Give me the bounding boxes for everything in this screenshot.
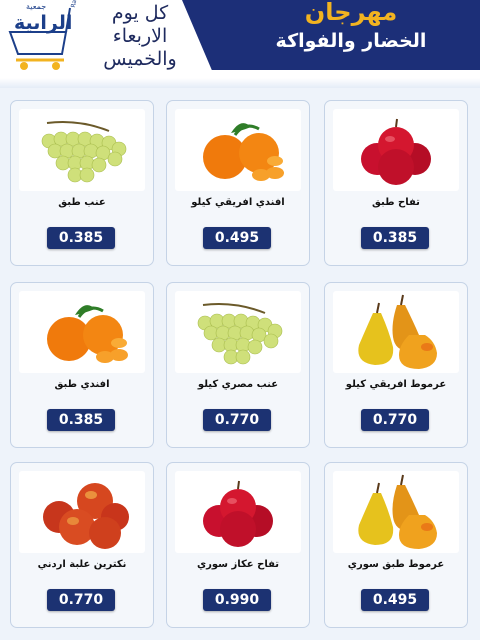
product-image (19, 291, 145, 373)
product-image (333, 291, 459, 373)
page-subtitle: الخضار والفواكة (275, 30, 427, 52)
days-label: كل يوم الاربعاء والخميس (98, 2, 182, 71)
product-price: 0.770 (361, 409, 429, 431)
product-name: عرموط افريقي كيلو (345, 379, 447, 390)
product-image (19, 471, 145, 553)
product-price: 0.385 (47, 227, 115, 249)
grapes-icon (41, 121, 127, 183)
product-price: 0.770 (47, 589, 115, 611)
product-price: 0.770 (203, 409, 271, 431)
product-image (19, 109, 145, 191)
red-apples-icon (203, 480, 273, 547)
header: جمعية الرابية Rabiya Co-op كل يوم الاربع… (0, 0, 480, 86)
days-line-1: كل يوم (111, 2, 169, 24)
product-card[interactable]: افندي افريقي كيلو 0.495 (166, 100, 310, 266)
red-apples-icon (361, 118, 431, 185)
product-price: 0.385 (361, 227, 429, 249)
product-name: نكترين علبة اردني (37, 559, 127, 570)
pears-icon (358, 474, 437, 549)
product-card[interactable]: عرموط افريقي كيلو 0.770 (324, 282, 468, 448)
page-title: مهرجان (304, 0, 398, 26)
nectarines-icon (43, 483, 129, 549)
product-name: عرموط طبق سوري (347, 559, 445, 570)
product-price: 0.495 (203, 227, 271, 249)
days-line-2: الاربعاء (112, 25, 168, 47)
product-price: 0.385 (47, 409, 115, 431)
product-card[interactable]: عرموط طبق سوري 0.495 (324, 462, 468, 628)
header-divider (0, 78, 480, 88)
tangerines-icon (203, 123, 284, 181)
product-card[interactable]: افندي طبق 0.385 (10, 282, 154, 448)
logo-name: الرابية (14, 12, 73, 34)
product-card[interactable]: تفاح طبق 0.385 (324, 100, 468, 266)
product-price: 0.495 (361, 589, 429, 611)
product-price: 0.990 (203, 589, 271, 611)
days-line-3: والخميس (103, 48, 177, 70)
product-card[interactable]: نكترين علبة اردني 0.770 (10, 462, 154, 628)
product-name: تفاح عكاز سوري (196, 559, 280, 570)
product-name: تفاح طبق (372, 197, 420, 208)
product-image (175, 291, 301, 373)
rabiya-logo: جمعية الرابية Rabiya Co-op (6, 0, 84, 72)
product-name: عنب مصري كيلو (197, 379, 279, 390)
product-name: افندي افريقي كيلو (191, 197, 285, 208)
product-image (333, 471, 459, 553)
tangerines-icon (47, 305, 128, 363)
product-image (175, 109, 301, 191)
product-image (175, 471, 301, 553)
pears-icon (358, 294, 437, 369)
product-name: عنب طبق (58, 197, 106, 208)
product-card[interactable]: تفاح عكاز سوري 0.990 (166, 462, 310, 628)
product-card[interactable]: عنب مصري كيلو 0.770 (166, 282, 310, 448)
logo-subtitle: Rabiya Co-op (70, 0, 84, 8)
product-name: افندي طبق (54, 379, 110, 390)
product-image (333, 109, 459, 191)
grapes-icon (197, 303, 283, 365)
title-banner: مهرجان الخضار والفواكة (182, 0, 480, 70)
logo-top-text: جمعية (26, 2, 47, 11)
product-card[interactable]: عنب طبق 0.385 (10, 100, 154, 266)
